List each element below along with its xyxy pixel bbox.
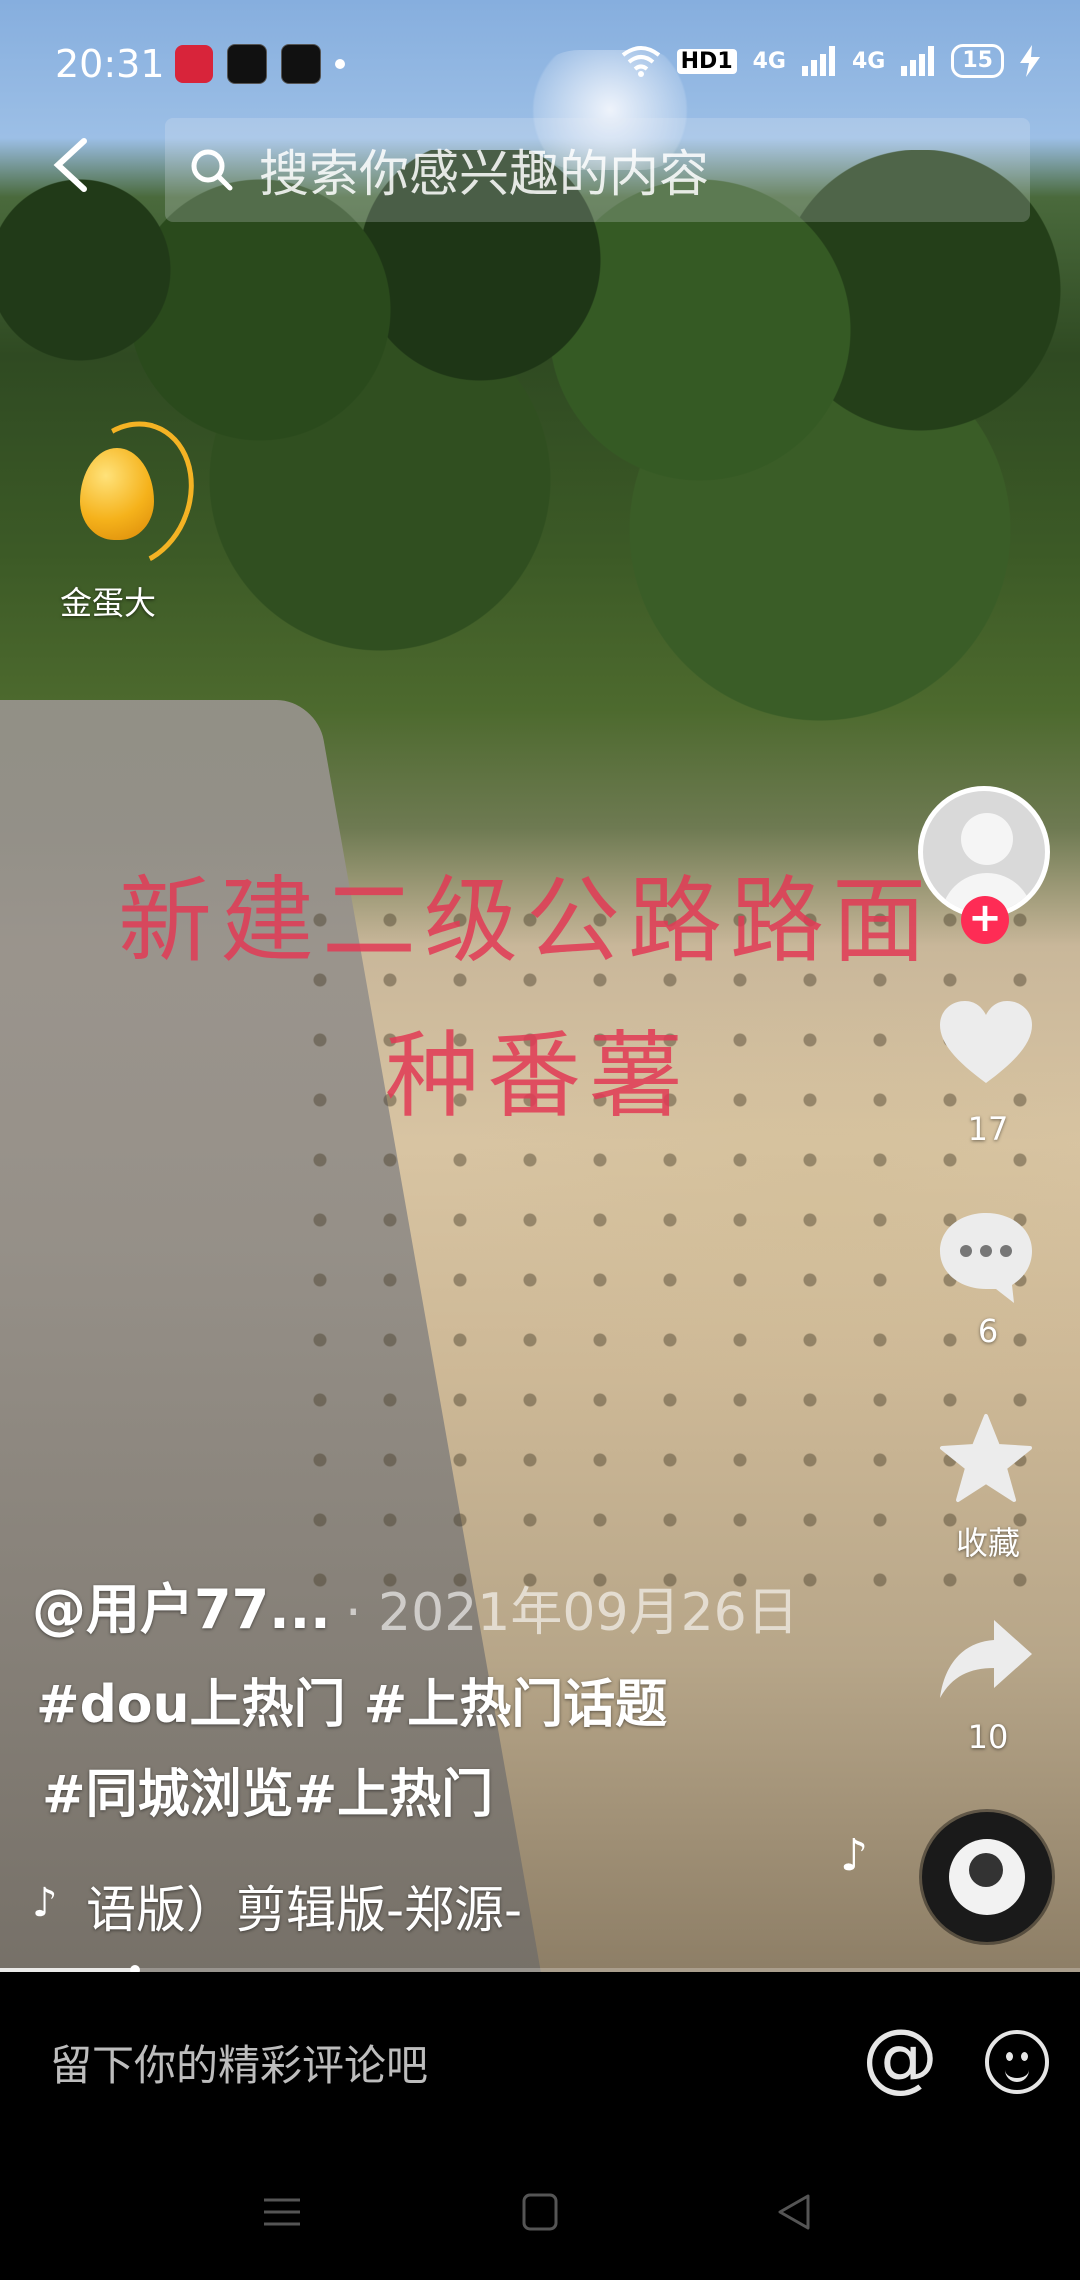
tiktok-music-icon: ♪ bbox=[32, 1880, 58, 1926]
share-icon[interactable] bbox=[936, 1610, 1036, 1710]
app-notification-icon bbox=[175, 45, 213, 83]
hashtags-line1[interactable]: #dou上热门 #上热门话题 bbox=[36, 1662, 667, 1737]
comment-input[interactable]: 留下你的精彩评论吧 bbox=[50, 2032, 428, 2093]
back-icon[interactable] bbox=[50, 135, 100, 205]
music-cover-face bbox=[969, 1853, 1003, 1887]
search-placeholder: 搜索你感兴趣的内容 bbox=[259, 145, 709, 203]
music-note-icon: ♪ bbox=[840, 1830, 869, 1881]
share-count: 10 bbox=[967, 1718, 1009, 1756]
search-bar[interactable]: 搜索你感兴趣的内容 bbox=[165, 118, 1030, 222]
video-overlay-line2: 种番薯 bbox=[385, 1022, 692, 1131]
emoji-eye-left bbox=[1006, 2052, 1013, 2061]
like-count: 17 bbox=[967, 1110, 1009, 1148]
hd-icon: HD1 bbox=[676, 48, 737, 74]
egg-badge-label: 金蛋大 bbox=[60, 584, 157, 622]
signal-2-label: 4G bbox=[852, 48, 886, 74]
avatar-head bbox=[961, 813, 1013, 865]
signal-1-label: 4G bbox=[752, 48, 786, 74]
follow-button[interactable]: + bbox=[961, 896, 1009, 944]
signal-1-icon bbox=[802, 46, 835, 76]
emoji-icon[interactable] bbox=[985, 2030, 1049, 2094]
status-bar: 20:31 HD1 4G 4G 15 bbox=[0, 0, 1080, 130]
favorite-label: 收藏 bbox=[955, 1524, 1020, 1562]
menu-icon[interactable] bbox=[260, 2192, 304, 2232]
video-overlay-line1: 新建二级公路路面 bbox=[118, 867, 935, 976]
music-title[interactable]: 语版）剪辑版-郑源- bbox=[86, 1870, 566, 1942]
emoji-eye-right bbox=[1021, 2052, 1028, 2061]
post-date: · 2021年09月26日 bbox=[345, 1583, 799, 1643]
star-icon[interactable] bbox=[936, 1410, 1036, 1510]
status-time: 20:31 bbox=[55, 42, 165, 86]
tiktok-notification-icon bbox=[227, 44, 267, 84]
more-notifications-dot bbox=[335, 59, 345, 69]
battery-level: 15 bbox=[951, 44, 1004, 78]
search-icon bbox=[191, 149, 233, 191]
wifi-icon bbox=[621, 46, 660, 77]
home-icon[interactable] bbox=[518, 2192, 562, 2232]
charging-icon bbox=[1020, 45, 1040, 77]
comment-bar: 留下你的精彩评论吧 @ bbox=[0, 1972, 1080, 2152]
hashtags-line2[interactable]: #同城浏览#上热门 bbox=[42, 1752, 493, 1827]
heart-icon[interactable] bbox=[936, 995, 1036, 1095]
author-name[interactable]: @用户77... bbox=[32, 1565, 331, 1644]
notification-icons bbox=[175, 44, 345, 84]
emoji-mouth bbox=[1005, 2066, 1029, 2082]
music-cover bbox=[949, 1839, 1025, 1915]
golden-egg-badge[interactable] bbox=[48, 403, 214, 587]
back-triangle-icon[interactable] bbox=[772, 2192, 816, 2232]
system-indicators: HD1 4G 4G 15 bbox=[621, 44, 1040, 78]
mention-button[interactable]: @ bbox=[862, 2012, 938, 2101]
comment-count: 6 bbox=[977, 1312, 999, 1350]
comment-icon[interactable] bbox=[936, 1205, 1036, 1305]
music-disc-icon[interactable] bbox=[922, 1812, 1052, 1942]
system-nav-bar bbox=[0, 2152, 1080, 2280]
capcut-notification-icon bbox=[281, 44, 321, 84]
signal-2-icon bbox=[901, 46, 935, 76]
